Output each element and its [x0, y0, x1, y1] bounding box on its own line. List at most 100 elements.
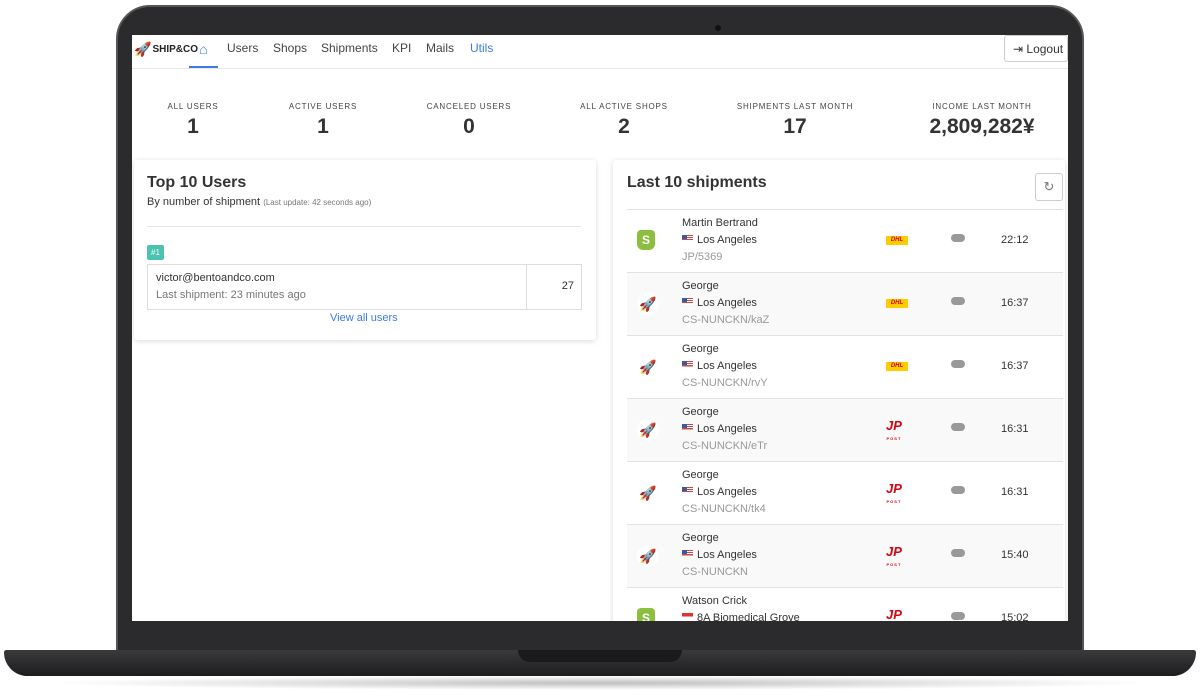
- home-icon: ⌂: [199, 41, 208, 57]
- screen: 🚀 SHIP&CO ⌂ Users Shops Shipments KPI Mai…: [132, 35, 1068, 621]
- shipment-time: 16:31: [1001, 423, 1029, 435]
- destination: Los Angeles: [682, 486, 757, 498]
- jp-post-icon: JPPOST: [886, 481, 902, 504]
- shipment-row[interactable]: 🚀 George Los Angeles CS-NUNCKN/eTr JP POST 16:…: [627, 398, 1063, 461]
- stat-active-users: ACTIVE USERS 1: [243, 102, 403, 139]
- cloud-icon: [951, 549, 965, 557]
- shipandco-rocket-icon: 🚀: [637, 293, 659, 315]
- shipment-time: 16:37: [1001, 360, 1029, 372]
- flag-icon: [682, 487, 693, 494]
- stat-canceled-users: CANCELED USERS 0: [389, 102, 549, 139]
- nav-kpi[interactable]: KPI: [392, 41, 411, 55]
- order-ref: CS-NUNCKN/tk4: [682, 503, 766, 515]
- camera: [715, 25, 721, 31]
- shipment-time: 16:31: [1001, 486, 1029, 498]
- cloud-icon: [951, 234, 965, 242]
- nav-shops[interactable]: Shops: [273, 41, 307, 55]
- stat-value: 1: [317, 115, 329, 138]
- logout-label: Logout: [1026, 42, 1064, 56]
- destination: Los Angeles: [682, 297, 757, 309]
- logout-icon: ⇥: [1013, 42, 1024, 56]
- stat-value: 17: [783, 115, 807, 138]
- shipment-row[interactable]: 🚀 George Los Angeles CS-NUNCKN/tk4 JP POST 16:…: [627, 461, 1063, 524]
- shipandco-rocket-icon: 🚀: [637, 356, 659, 378]
- dhl-icon: DHL: [886, 362, 908, 371]
- stat-label: ACTIVE USERS: [288, 102, 358, 111]
- card-subtitle: By number of shipment (Last update: 42 s…: [147, 196, 371, 208]
- city: Los Angeles: [697, 234, 757, 246]
- shipment-row[interactable]: 🚀 George Los Angeles CS-NUNCKN/kaZ DHL 16:37: [627, 272, 1063, 335]
- recipient-name: George: [682, 406, 719, 418]
- view-all-users-link[interactable]: View all users: [330, 312, 398, 324]
- top-users-card: Top 10 Users By number of shipment (Last…: [134, 160, 596, 340]
- city: Los Angeles: [697, 549, 757, 561]
- recipient-name: Watson Crick: [682, 595, 747, 607]
- shipment-row[interactable]: S Watson Crick 8A Biomedical Grove JPPOST 15…: [627, 587, 1063, 621]
- shipandco-rocket-icon: 🚀: [637, 419, 659, 441]
- rocket-icon: 🚀: [134, 41, 152, 57]
- nav-shipments[interactable]: Shipments: [321, 41, 378, 55]
- last-shipments-card: Last 10 shipments ↻ S Martin Bertrand Los …: [613, 160, 1065, 621]
- shopify-icon: S: [637, 608, 655, 621]
- stat-label: ALL ACTIVE SHOPS: [580, 102, 668, 111]
- card-title: Last 10 shipments: [627, 174, 767, 191]
- destination: Los Angeles: [682, 423, 757, 435]
- stat-active-shops: ALL ACTIVE SHOPS 2: [544, 102, 704, 139]
- order-ref: CS-NUNCKN/rvY: [682, 377, 768, 389]
- navbar: 🚀 SHIP&CO ⌂ Users Shops Shipments KPI Mai…: [132, 35, 1068, 69]
- jp-post-icon: JPPOST: [886, 418, 902, 441]
- shipment-row[interactable]: S Martin Bertrand Los Angeles JP/5369 DHL 22:…: [627, 209, 1063, 272]
- recipient-name: Martin Bertrand: [682, 217, 758, 229]
- stat-label: SHIPMENTS LAST MONTH: [736, 102, 854, 111]
- cloud-icon: [951, 486, 965, 494]
- last-shipment: Last shipment: 23 minutes ago: [156, 289, 306, 301]
- shipandco-rocket-icon: 🚀: [637, 482, 659, 504]
- shipment-time: 22:12: [1001, 234, 1029, 246]
- refresh-icon: ↻: [1043, 179, 1055, 194]
- nav-home[interactable]: ⌂: [189, 35, 218, 68]
- recipient-name: George: [682, 280, 719, 292]
- flag-icon: [682, 298, 693, 305]
- city: Los Angeles: [697, 486, 757, 498]
- user-item[interactable]: victor@bentoandco.com Last shipment: 23 …: [147, 264, 582, 310]
- destination: 8A Biomedical Grove: [682, 612, 800, 621]
- shipment-row[interactable]: 🚀 George Los Angeles CS-NUNCKN JP POST 15:40: [627, 524, 1063, 587]
- stat-value: 2: [618, 115, 630, 138]
- divider: [147, 226, 581, 227]
- shipment-time: 16:37: [1001, 297, 1029, 309]
- flag-icon: [682, 550, 693, 557]
- shipment-row[interactable]: 🚀 George Los Angeles CS-NUNCKN/rvY DHL 16:37: [627, 335, 1063, 398]
- laptop-notch: [518, 650, 682, 662]
- shipandco-rocket-icon: 🚀: [637, 545, 659, 567]
- city: 8A Biomedical Grove: [697, 612, 800, 621]
- recipient-name: George: [682, 532, 719, 544]
- stat-value: 0: [463, 115, 475, 138]
- order-ref: CS-NUNCKN/kaZ: [682, 314, 770, 326]
- cloud-icon: [951, 360, 965, 368]
- jp-post-icon: JPPOST: [886, 607, 902, 621]
- logout-button[interactable]: ⇥ Logout: [1004, 35, 1068, 62]
- stat-value: 2,809,282¥: [929, 115, 1035, 138]
- stat-label: INCOME LAST MONTH: [932, 102, 1032, 111]
- city: Los Angeles: [697, 360, 757, 372]
- dhl-icon: DHL: [886, 299, 908, 308]
- city: Los Angeles: [697, 297, 757, 309]
- stat-shipments-last-month: SHIPMENTS LAST MONTH 17: [715, 102, 875, 139]
- nav-mails[interactable]: Mails: [426, 41, 454, 55]
- destination: Los Angeles: [682, 234, 757, 246]
- destination: Los Angeles: [682, 549, 757, 561]
- order-ref: JP/5369: [682, 251, 723, 263]
- last-update: (Last update: 42 seconds ago): [263, 198, 372, 207]
- cloud-icon: [951, 423, 965, 431]
- nav-utils[interactable]: Utils: [470, 41, 493, 55]
- flag-icon: [682, 424, 693, 431]
- laptop-shadow: [40, 676, 1160, 690]
- destination: Los Angeles: [682, 360, 757, 372]
- refresh-button[interactable]: ↻: [1035, 173, 1063, 201]
- recipient-name: George: [682, 343, 719, 355]
- stat-income-last-month: INCOME LAST MONTH 2,809,282¥: [902, 102, 1062, 139]
- dhl-icon: DHL: [886, 236, 908, 245]
- city: Los Angeles: [697, 423, 757, 435]
- stat-label: CANCELED USERS: [426, 102, 512, 111]
- nav-users[interactable]: Users: [227, 41, 258, 55]
